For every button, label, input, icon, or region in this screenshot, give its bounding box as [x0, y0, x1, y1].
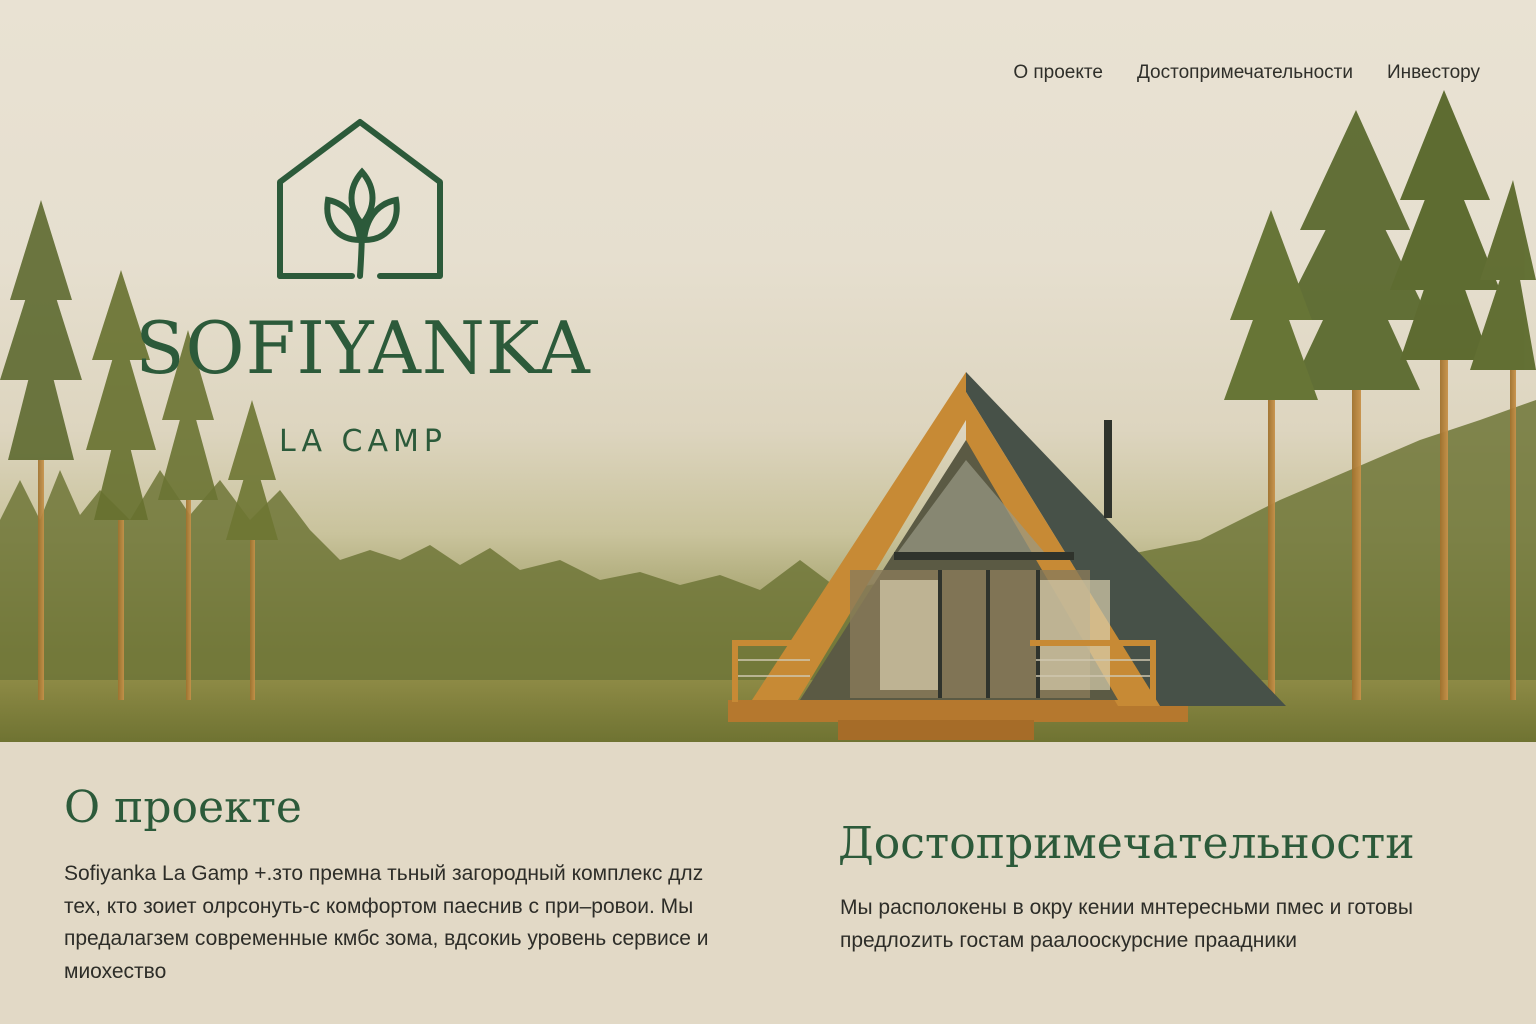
nav-link-about[interactable]: О проекте: [1013, 62, 1103, 84]
about-paragraph: Sofiyanka La Gamp +.зто премна тьный заг…: [64, 862, 709, 983]
info-section: О проекте Sofiyanka La Gamp +.зто премна…: [0, 742, 1536, 1024]
brand-subtitle: LA CAMP: [279, 424, 447, 459]
house-leaf-icon[interactable]: [268, 116, 454, 287]
top-nav: О проекте Достопримечательности Инвестор…: [1013, 62, 1480, 84]
sights-paragraph: Мы располокены в окру кении мнтересньми …: [840, 896, 1413, 952]
hero-section: О проекте Достопримечательности Инвестор…: [0, 0, 1536, 742]
brand-name: SOFIYANKA: [135, 306, 591, 390]
nav-link-investor[interactable]: Инвестору: [1387, 62, 1480, 84]
sights-heading: Достопримечательности: [838, 818, 1415, 869]
about-heading: О проекте: [64, 782, 302, 833]
nav-link-sights[interactable]: Достопримечательности: [1137, 62, 1353, 84]
